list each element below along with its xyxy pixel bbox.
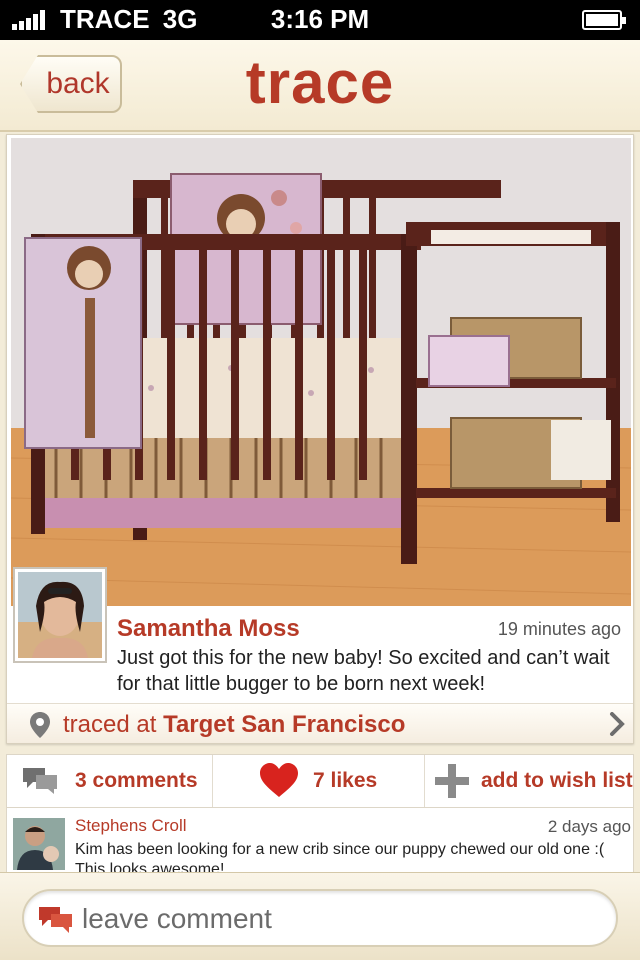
add-to-wishlist-button[interactable]: add to wish list — [435, 755, 633, 807]
location-label: traced at Target San Francisco — [63, 711, 405, 739]
chat-bubble-icon — [39, 907, 72, 933]
location-name: Target San Francisco — [163, 711, 406, 738]
comment-text: Kim has been looking for a new crib sinc… — [75, 841, 605, 872]
product-photo[interactable] — [11, 138, 631, 606]
action-bar: 3 comments 7 likes add to wish list — [6, 754, 634, 808]
leave-comment-input[interactable]: leave comment — [22, 889, 618, 947]
crib-illustration — [11, 138, 631, 606]
status-time: 3:16 PM — [270, 4, 370, 34]
comment-list: Stephens Croll 2 days ago Kim has been l… — [6, 808, 634, 872]
action-divider — [212, 755, 213, 807]
comment-timestamp: 2 days ago — [547, 817, 631, 836]
avatar-image — [18, 572, 102, 658]
heart-icon — [260, 763, 298, 797]
post-timestamp: 19 minutes ago — [497, 619, 621, 639]
comment-placeholder: leave comment — [82, 903, 272, 934]
post-text: Just got this for the new baby! So excit… — [117, 647, 610, 695]
author-avatar[interactable] — [13, 567, 107, 663]
location-pin-icon — [30, 712, 50, 738]
app-title: trace — [245, 49, 395, 116]
author-name[interactable]: Samantha Moss — [117, 615, 300, 643]
comments-count-label: 3 comments — [75, 769, 198, 792]
likes-count-label: 7 likes — [313, 769, 378, 792]
wishlist-label: add to wish list — [481, 769, 633, 792]
action-divider — [424, 755, 425, 807]
like-button[interactable]: 7 likes — [259, 755, 377, 807]
commenter-name[interactable]: Stephens Croll — [75, 816, 187, 836]
battery-icon — [582, 10, 626, 30]
post-card: Samantha Moss 19 minutes ago Just got th… — [6, 134, 634, 744]
chevron-right-icon — [610, 712, 625, 736]
location-prefix: traced at — [63, 711, 157, 738]
location-row[interactable]: traced at Target San Francisco — [7, 703, 633, 743]
comments-icon — [23, 768, 57, 794]
compose-bar: leave comment — [0, 872, 640, 960]
commenter-avatar[interactable] — [13, 818, 65, 870]
comments-button[interactable]: 3 comments — [21, 755, 198, 807]
navigation-bar: back trace — [0, 40, 640, 132]
plus-icon — [435, 764, 469, 798]
status-bar: TRACE 3G 3:16 PM — [0, 0, 640, 40]
